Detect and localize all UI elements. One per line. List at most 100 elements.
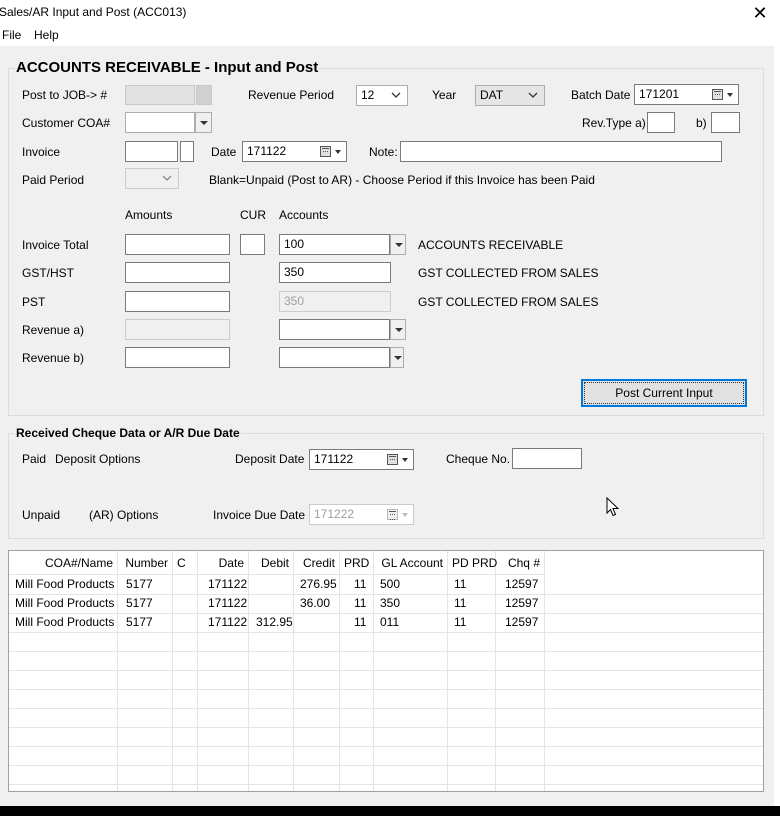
ar-options-label: (AR) Options xyxy=(89,508,159,522)
revenue-period-select[interactable]: 12 xyxy=(356,85,408,106)
invoice-date-picker[interactable]: 171122 xyxy=(242,141,347,162)
revenue-b-amount-input[interactable] xyxy=(125,347,230,368)
grid-header-chq[interactable]: Chq # xyxy=(496,551,545,575)
post-current-input-button[interactable]: Post Current Input xyxy=(581,379,747,407)
grid-header-prd[interactable]: PRD xyxy=(340,551,374,575)
year-label: Year xyxy=(432,88,457,102)
grid-cell-pd-prd: 11 xyxy=(454,615,467,629)
invoice-total-amount-input[interactable] xyxy=(125,234,230,255)
grid-cell-prd: 11 xyxy=(354,596,367,610)
grid-cell-c xyxy=(177,613,185,632)
post-to-job-label: Post to JOB-> # xyxy=(22,88,108,102)
customer-coa-combo[interactable] xyxy=(125,112,195,133)
revenue-a-account-combo[interactable] xyxy=(279,319,390,340)
invoice-suffix-input[interactable] xyxy=(180,141,194,162)
calendar-icon[interactable] xyxy=(387,454,398,465)
grid-col-divider xyxy=(293,575,294,791)
pst-account-input[interactable]: 350 xyxy=(279,291,391,312)
chevron-down-icon xyxy=(394,356,402,360)
amounts-column-header: Amounts xyxy=(125,208,173,222)
paid-period-select[interactable] xyxy=(125,168,179,189)
invoice-total-account-combo[interactable]: 100 xyxy=(279,234,390,255)
revenue-b-account-dropdown[interactable] xyxy=(390,347,404,368)
chevron-down-icon xyxy=(395,243,403,247)
grid-header-pd-prd[interactable]: PD PRD xyxy=(448,551,497,575)
grid-cell-coa-name: Mill Food Products xyxy=(15,596,115,610)
batch-date-picker[interactable]: 171201 xyxy=(634,84,739,105)
pst-account-desc: GST COLLECTED FROM SALES xyxy=(418,295,599,309)
chevron-down-icon[interactable] xyxy=(727,93,733,97)
invoice-label: Invoice xyxy=(22,145,61,159)
grid-col-divider xyxy=(495,575,496,791)
grid-cell-gl-account: 500 xyxy=(380,577,401,591)
year-select[interactable]: DAT xyxy=(475,85,545,106)
grid-row-divider xyxy=(9,708,763,709)
rev-type-b-label: b) xyxy=(696,116,707,130)
grid-col-divider xyxy=(544,575,545,791)
grid-cell-number: 5177 xyxy=(126,615,153,629)
customer-coa-dropdown-button[interactable] xyxy=(195,112,212,133)
grid-cell-coa-name: Mill Food Products xyxy=(15,615,115,629)
calendar-icon[interactable] xyxy=(320,146,331,157)
table-row[interactable]: Mill Food Products 5177 171122 36.00 11 … xyxy=(9,594,538,613)
grid-cell-gl-account: 350 xyxy=(380,596,401,610)
grid-cell-debit xyxy=(252,575,260,594)
grid-cell-chq: 12597 xyxy=(505,577,539,591)
rev-type-a-label: Rev.Type a) xyxy=(582,116,646,130)
menu-help[interactable]: Help xyxy=(34,28,59,42)
table-row[interactable]: Mill Food Products 5177 171122 312.95 11… xyxy=(9,613,538,632)
menu-file[interactable]: File xyxy=(2,28,21,42)
menu-bar: File Help xyxy=(0,26,774,46)
chevron-down-icon[interactable] xyxy=(402,458,408,462)
grid-cell-credit: 276.95 xyxy=(300,577,337,591)
revenue-a-account-dropdown[interactable] xyxy=(390,319,406,340)
chevron-down-icon xyxy=(395,328,403,332)
paid-period-hint: Blank=Unpaid (Post to AR) - Choose Perio… xyxy=(209,173,595,187)
grid-header-date[interactable]: Date xyxy=(198,551,249,575)
revenue-period-label: Revenue Period xyxy=(248,88,335,102)
mouse-cursor-icon xyxy=(606,497,620,517)
grid-cell-date: 171122 xyxy=(208,615,248,629)
pst-amount-input[interactable] xyxy=(125,291,230,312)
grid-row-divider xyxy=(9,689,763,690)
job-lookup-button[interactable] xyxy=(196,85,212,105)
paid-period-label: Paid Period xyxy=(22,173,85,187)
calendar-icon[interactable] xyxy=(712,89,723,100)
cheque-no-input[interactable] xyxy=(512,448,582,469)
invoice-total-account-dropdown[interactable] xyxy=(390,234,406,255)
revenue-b-account-combo[interactable] xyxy=(279,347,390,368)
transaction-grid[interactable]: COA#/Name Number C Date Debit Credit PRD… xyxy=(8,550,764,792)
invoice-number-input[interactable] xyxy=(125,141,178,162)
calendar-icon[interactable] xyxy=(387,509,398,520)
note-input[interactable] xyxy=(400,141,722,162)
grid-cell-date: 171122 xyxy=(208,596,248,610)
gst-hst-account-input[interactable]: 350 xyxy=(279,262,391,283)
chevron-down-icon[interactable] xyxy=(335,150,341,154)
rev-type-b-input[interactable] xyxy=(711,112,740,133)
grid-header-credit[interactable]: Credit xyxy=(294,551,340,575)
invoice-due-date-picker[interactable]: 171222 xyxy=(309,504,414,525)
deposit-date-picker[interactable]: 171122 xyxy=(309,449,414,470)
revenue-a-amount-input[interactable] xyxy=(125,319,230,340)
gst-hst-amount-input[interactable] xyxy=(125,262,230,283)
gst-hst-label: GST/HST xyxy=(22,266,75,280)
grid-cell-pd-prd: 11 xyxy=(454,577,467,591)
grid-row-divider xyxy=(9,632,763,633)
ar-group-title: ACCOUNTS RECEIVABLE - Input and Post xyxy=(15,59,320,76)
grid-row-divider xyxy=(9,727,763,728)
grid-header-gl-account[interactable]: GL Account xyxy=(374,551,448,575)
job-number-field[interactable] xyxy=(125,85,195,105)
grid-col-divider xyxy=(197,575,198,791)
invoice-due-date-label: Invoice Due Date xyxy=(213,508,306,522)
close-icon[interactable]: ✕ xyxy=(748,2,772,24)
grid-header-c[interactable]: C xyxy=(173,551,198,575)
table-row[interactable]: Mill Food Products 5177 171122 276.95 11… xyxy=(9,575,538,594)
invoice-total-cur-input[interactable] xyxy=(240,234,265,255)
chevron-down-icon[interactable] xyxy=(402,513,408,517)
invoice-date-value: 171122 xyxy=(247,144,287,158)
gst-hst-account-desc: GST COLLECTED FROM SALES xyxy=(418,266,599,280)
grid-header-number[interactable]: Number xyxy=(118,551,173,575)
grid-header-coa-name[interactable]: COA#/Name xyxy=(9,551,118,575)
grid-header-debit[interactable]: Debit xyxy=(249,551,294,575)
rev-type-a-input[interactable] xyxy=(647,112,675,133)
